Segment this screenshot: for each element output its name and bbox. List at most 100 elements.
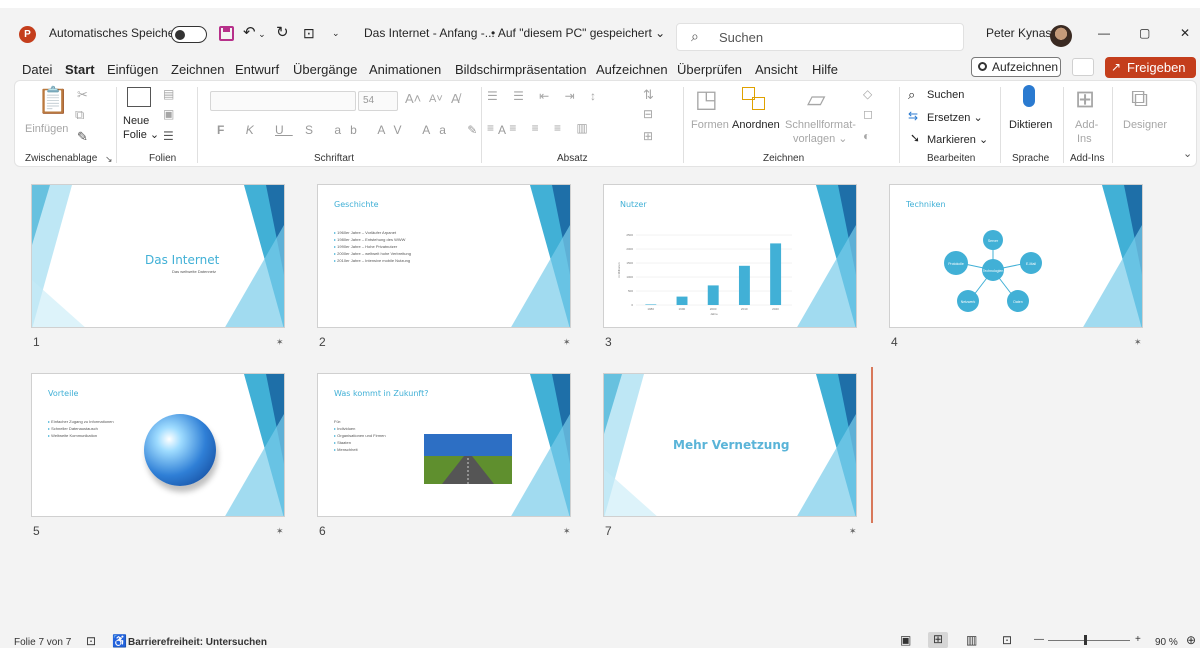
align-buttons[interactable]: ≡ ≡ ≡ ≡ ▥ — [487, 121, 594, 135]
designer-button[interactable]: Designer — [1123, 119, 1167, 132]
dialog-launcher-icon[interactable]: ↘ — [105, 154, 113, 165]
shape-fill-icon[interactable]: ◇ — [863, 87, 872, 101]
paste-button[interactable]: Einfügen — [25, 123, 68, 136]
normal-view-icon[interactable]: ▣ — [900, 633, 911, 647]
arrange-button[interactable]: Anordnen — [732, 119, 780, 132]
tab-einfuegen[interactable]: Einfügen — [107, 60, 158, 80]
slide-thumbnail-6[interactable]: Was kommt in Zukunft? Für: ▸ Individuen … — [317, 373, 571, 517]
search-icon: ⌕ — [691, 28, 699, 44]
select-button[interactable]: Markieren ⌄ — [927, 133, 988, 146]
addins-label-1[interactable]: Add- — [1075, 119, 1098, 132]
section-icon[interactable]: ☰ — [163, 129, 174, 143]
format-buttons[interactable]: F K U S ab AV Aa ✎ A — [217, 123, 515, 137]
fit-slide-icon[interactable]: ⊕ — [1186, 633, 1196, 647]
arrange-icon[interactable] — [742, 87, 768, 111]
paste-icon[interactable]: 📋 — [37, 85, 69, 116]
tab-uebergaenge[interactable]: Übergänge — [293, 60, 357, 80]
zoom-level[interactable]: 90 % — [1155, 637, 1178, 648]
save-icon[interactable] — [219, 26, 234, 41]
replace-button[interactable]: Ersetzen ⌄ — [927, 111, 983, 124]
record-button[interactable]: Aufzeichnen — [971, 57, 1061, 77]
group-label-clipboard: Zwischenablage — [25, 153, 98, 164]
accessibility-icon[interactable]: ♿ — [112, 634, 127, 648]
text-direction-icon[interactable]: ⇅ — [643, 87, 654, 103]
font-size-select[interactable]: 54 — [358, 91, 398, 111]
autosave-toggle[interactable] — [171, 26, 207, 43]
tab-zeichnen[interactable]: Zeichnen — [171, 60, 224, 80]
quick-styles-label-2[interactable]: vorlagen ⌄ — [793, 133, 847, 146]
clear-formatting-icon[interactable]: A̸ — [451, 91, 460, 106]
present-icon[interactable]: ⊡ — [303, 22, 315, 44]
notes-icon[interactable]: ⊡ — [86, 634, 96, 648]
accessibility-status[interactable]: Barrierefreiheit: Untersuchen — [128, 637, 267, 648]
cut-icon[interactable]: ✂ — [77, 87, 88, 103]
search-box[interactable]: ⌕ Suchen — [676, 23, 964, 51]
customize-toolbar-icon[interactable]: ⌄ — [332, 22, 340, 44]
tab-ueberpruefen[interactable]: Überprüfen — [677, 60, 742, 80]
list-buttons[interactable]: ☰ ☰ ⇤ ⇥ ↕ — [487, 89, 602, 103]
slide-sorter-view-icon[interactable]: ⊞ — [928, 632, 948, 648]
slide-thumbnail-2[interactable]: Geschichte ▸ 1960er Jahre – Vorläufer Ar… — [317, 184, 571, 328]
new-slide-icon[interactable] — [127, 87, 151, 107]
copy-icon[interactable]: ⧉ — [75, 107, 84, 123]
document-title[interactable]: Das Internet - Anfang -... — [364, 22, 495, 44]
zoom-slider[interactable] — [1048, 640, 1130, 641]
avatar[interactable] — [1050, 25, 1072, 47]
restore-icon[interactable]: ▢ — [1139, 22, 1150, 44]
tab-hilfe[interactable]: Hilfe — [812, 60, 838, 80]
font-family-select[interactable] — [210, 91, 356, 111]
slide-thumbnail-3[interactable]: Nutzer 0 500 1000 1500 2000 2500 1980 1990 2000 2… — [603, 184, 857, 328]
tab-entwurf[interactable]: Entwurf — [235, 60, 279, 80]
reset-icon[interactable]: ▣ — [163, 107, 174, 121]
align-text-icon[interactable]: ⊟ — [643, 107, 653, 121]
layout-icon[interactable]: ▤ — [163, 87, 174, 101]
slide-thumbnail-4[interactable]: Techniken Technologien Server Protokolle… — [889, 184, 1143, 328]
addins-label-2[interactable]: Ins — [1077, 133, 1092, 146]
reading-view-icon[interactable]: ▥ — [966, 633, 977, 647]
new-slide-label-1[interactable]: Neue — [123, 115, 149, 128]
quick-styles-icon[interactable]: ▱ — [807, 85, 825, 114]
comments-button[interactable] — [1072, 58, 1094, 76]
addins-icon[interactable]: ⊞ — [1075, 85, 1095, 114]
tab-start[interactable]: Start — [65, 60, 95, 84]
slide-thumbnail-7[interactable]: Mehr Vernetzung — [603, 373, 857, 517]
group-label-drawing: Zeichnen — [763, 153, 805, 164]
zoom-in-icon[interactable]: + — [1135, 634, 1141, 645]
shape-outline-icon[interactable]: ◻ — [863, 107, 873, 121]
user-name[interactable]: Peter Kynast — [986, 22, 1055, 44]
dictate-button[interactable]: Diktieren — [1009, 119, 1052, 132]
minimize-icon[interactable]: — — [1098, 22, 1110, 44]
new-slide-label-2[interactable]: Folie ⌄ — [123, 129, 159, 142]
chart-bar — [676, 296, 688, 305]
zoom-out-icon[interactable]: — — [1034, 634, 1044, 645]
ribbon-expand-icon[interactable]: ⌄ — [1183, 147, 1192, 160]
slide-counter[interactable]: Folie 7 von 7 — [14, 637, 71, 648]
tab-bildschirmpraesentation[interactable]: Bildschirmpräsentation — [455, 60, 587, 80]
slide-thumbnail-1[interactable]: Das Internet Das weltweite Datennetz — [31, 184, 285, 328]
format-painter-icon[interactable]: ✎ — [77, 129, 88, 145]
shapes-icon[interactable]: ◳ — [695, 85, 718, 114]
tab-aufzeichnen[interactable]: Aufzeichnen — [596, 60, 668, 80]
slideshow-view-icon[interactable]: ⊡ — [1002, 633, 1012, 647]
grow-font-icon[interactable]: A˄ — [405, 91, 421, 106]
microphone-icon[interactable] — [1023, 85, 1035, 107]
designer-icon[interactable]: ⧉ — [1131, 85, 1148, 113]
shrink-font-icon[interactable]: A˅ — [429, 93, 443, 105]
tab-animationen[interactable]: Animationen — [369, 60, 441, 80]
diagram-label: Netzwerk — [961, 300, 976, 304]
tab-ansicht[interactable]: Ansicht — [755, 60, 798, 80]
find-button[interactable]: Suchen — [927, 89, 964, 101]
save-status[interactable]: • Auf "diesem PC" gespeichert ⌄ — [491, 22, 665, 44]
shape-effects-icon[interactable]: ◐ — [863, 129, 870, 143]
close-icon[interactable]: ✕ — [1180, 22, 1190, 44]
smartart-icon[interactable]: ⊞ — [643, 129, 653, 143]
redo-icon[interactable]: ↻ — [276, 22, 289, 44]
shapes-button[interactable]: Formen — [691, 119, 729, 132]
slide-thumbnail-5[interactable]: Vorteile ▸ Einfacher Zugang zu Informati… — [31, 373, 285, 517]
share-button[interactable]: Freigeben — [1105, 57, 1196, 78]
quick-styles-label-1[interactable]: Schnellformat- — [785, 119, 856, 132]
transition-star-icon: ✶ — [563, 526, 571, 536]
undo-icon[interactable]: ↶ ⌄ — [243, 22, 266, 44]
zoom-slider-thumb[interactable] — [1084, 635, 1087, 645]
tab-datei[interactable]: Datei — [22, 60, 52, 80]
